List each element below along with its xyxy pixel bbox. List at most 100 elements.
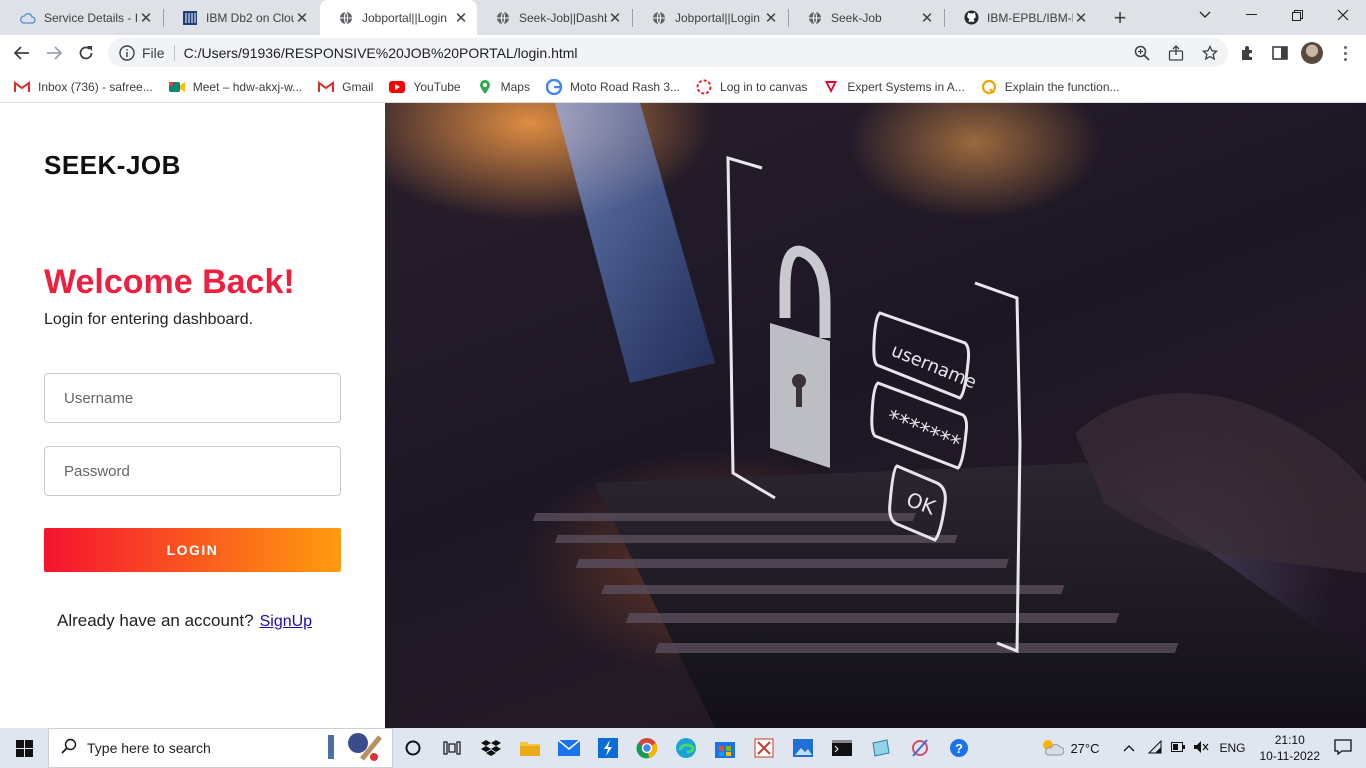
close-window-icon[interactable] [1320, 0, 1366, 30]
mail-icon[interactable] [549, 728, 588, 768]
bookmark-expert-systems[interactable]: Expert Systems in A... [823, 79, 965, 95]
close-tab-icon[interactable]: ✕ [607, 10, 623, 27]
clock[interactable]: 21:10 10-11-2022 [1260, 732, 1321, 764]
tab-title: Seek-Job||Dashb [519, 10, 607, 25]
dropbox-icon[interactable] [471, 728, 510, 768]
close-tab-icon[interactable]: ✕ [138, 10, 154, 27]
reload-icon[interactable] [72, 39, 100, 67]
tab-ibm-db2[interactable]: IBM Db2 on Clou ✕ [164, 0, 318, 35]
tab-jobportal-login-active[interactable]: Jobportal||Login ✕ [320, 0, 477, 35]
cloud-icon [20, 10, 36, 26]
hologram-frame-left [726, 155, 776, 500]
notepad-icon[interactable] [861, 728, 900, 768]
help-icon[interactable]: ? [939, 728, 978, 768]
zoom-icon[interactable] [1132, 43, 1152, 63]
terminal-icon[interactable] [822, 728, 861, 768]
tab-seek-job[interactable]: Seek-Job ✕ [789, 0, 943, 35]
wifi-icon[interactable] [1147, 739, 1163, 757]
chevron-up-icon[interactable] [1123, 741, 1135, 755]
bookmark-label: Moto Road Rash 3... [569, 79, 681, 94]
padlock-icon [770, 245, 831, 468]
forward-arrow-icon[interactable] [40, 39, 68, 67]
account-prompt-text: Already have an account? [57, 611, 254, 630]
windows-start-icon[interactable] [0, 728, 48, 768]
taskbar-search-box[interactable]: Type here to search [48, 728, 393, 768]
close-tab-icon[interactable]: ✕ [763, 10, 779, 27]
bookmark-youtube[interactable]: YouTube [389, 79, 461, 95]
brand-logo[interactable]: SEEK-JOB [44, 150, 181, 181]
bookmark-maps[interactable]: Maps [477, 79, 530, 95]
side-panel-icon[interactable] [1270, 43, 1290, 63]
bookmark-canvas[interactable]: Log in to canvas [696, 79, 807, 95]
meet-icon [168, 79, 185, 95]
snipping-tool-icon[interactable] [744, 728, 783, 768]
youtube-icon [389, 79, 406, 95]
ibm-grid-icon [182, 10, 198, 26]
hero-image: username ******* OK [385, 103, 1366, 728]
login-button[interactable]: LOGIN [44, 528, 341, 572]
profile-avatar[interactable] [1301, 42, 1323, 64]
gmail-icon [14, 79, 30, 95]
hero-illustration: username ******* OK [532, 103, 1366, 728]
globe-icon [651, 10, 667, 26]
tab-github-ibm-epbl[interactable]: IBM-EPBL/IBM-P ✕ [945, 0, 1097, 35]
new-tab-button[interactable]: + [1108, 5, 1132, 30]
task-view-icon[interactable] [432, 728, 471, 768]
hologram-username-field: username [872, 311, 979, 400]
tab-search-chevron-icon[interactable] [1182, 0, 1228, 30]
restore-icon[interactable] [1274, 0, 1320, 30]
language-indicator[interactable]: ENG [1219, 741, 1245, 755]
close-tab-icon[interactable]: ✕ [919, 10, 935, 27]
chrome-icon[interactable] [627, 728, 666, 768]
bookmark-meet[interactable]: Meet – hdw-akxj-w... [168, 79, 302, 95]
close-tab-icon[interactable]: ✕ [453, 10, 469, 27]
extensions-puzzle-icon[interactable] [1238, 43, 1258, 63]
close-tab-icon[interactable]: ✕ [1073, 10, 1089, 27]
login-page: SEEK-JOB Welcome Back! Login for enterin… [0, 103, 1366, 728]
power-automate-icon[interactable] [588, 728, 627, 768]
address-bar[interactable]: File C:/Users/91936/RESPONSIVE%20JOB%20P… [108, 38, 1228, 67]
back-arrow-icon[interactable] [8, 39, 36, 67]
scheme-label: File [142, 44, 165, 61]
bookmark-label: YouTube [413, 79, 461, 94]
bookmark-moto-road-rash[interactable]: Moto Road Rash 3... [545, 78, 681, 95]
maps-icon [477, 79, 493, 95]
microsoft-store-icon[interactable] [705, 728, 744, 768]
search-icon [61, 738, 77, 759]
signup-link[interactable]: SignUp [260, 613, 312, 630]
bookmark-star-icon[interactable] [1200, 43, 1220, 63]
file-explorer-icon[interactable] [510, 728, 549, 768]
weather-temp[interactable]: 27°C [1070, 741, 1099, 756]
password-input[interactable] [44, 446, 341, 496]
triangle-icon [823, 79, 839, 95]
info-icon[interactable] [118, 44, 136, 62]
bookmark-gmail[interactable]: Gmail [318, 79, 373, 95]
close-tab-icon[interactable]: ✕ [294, 10, 310, 27]
quora-icon [981, 79, 997, 95]
bookmark-explain-function[interactable]: Explain the function... [981, 79, 1120, 95]
bookmark-label: Inbox (736) - safree... [38, 79, 153, 94]
menu-kebab-icon[interactable] [1337, 43, 1353, 63]
edge-icon[interactable] [666, 728, 705, 768]
weather-icon[interactable] [1040, 738, 1065, 759]
tab-service-details[interactable]: Service Details - I ✕ [2, 0, 162, 35]
photos-icon[interactable] [783, 728, 822, 768]
bookmark-inbox[interactable]: Inbox (736) - safree... [14, 79, 153, 95]
cricket-doodle-icon [324, 729, 384, 768]
cortana-icon[interactable] [393, 728, 432, 768]
snip-sketch-icon[interactable] [900, 728, 939, 768]
globe-icon [807, 10, 823, 26]
tab-seek-job-dashboard[interactable]: Seek-Job||Dashb ✕ [477, 0, 631, 35]
bookmarks-bar: Inbox (736) - safree... Meet – hdw-akxj-… [0, 71, 1366, 103]
volume-muted-icon[interactable] [1193, 740, 1209, 757]
globe-icon [338, 10, 354, 26]
tab-jobportal-login[interactable]: Jobportal||Login ✕ [633, 0, 787, 35]
share-icon[interactable] [1166, 43, 1186, 63]
minimize-icon[interactable] [1228, 0, 1274, 30]
notification-icon[interactable] [1334, 738, 1352, 758]
username-input[interactable] [44, 373, 341, 423]
system-tray: 27°C ENG 21:10 10-11-2022 [1040, 728, 1366, 768]
gmail-icon [318, 79, 335, 95]
battery-icon[interactable] [1171, 741, 1186, 755]
url-text[interactable]: C:/Users/91936/RESPONSIVE%20JOB%20PORTAL… [184, 45, 578, 61]
